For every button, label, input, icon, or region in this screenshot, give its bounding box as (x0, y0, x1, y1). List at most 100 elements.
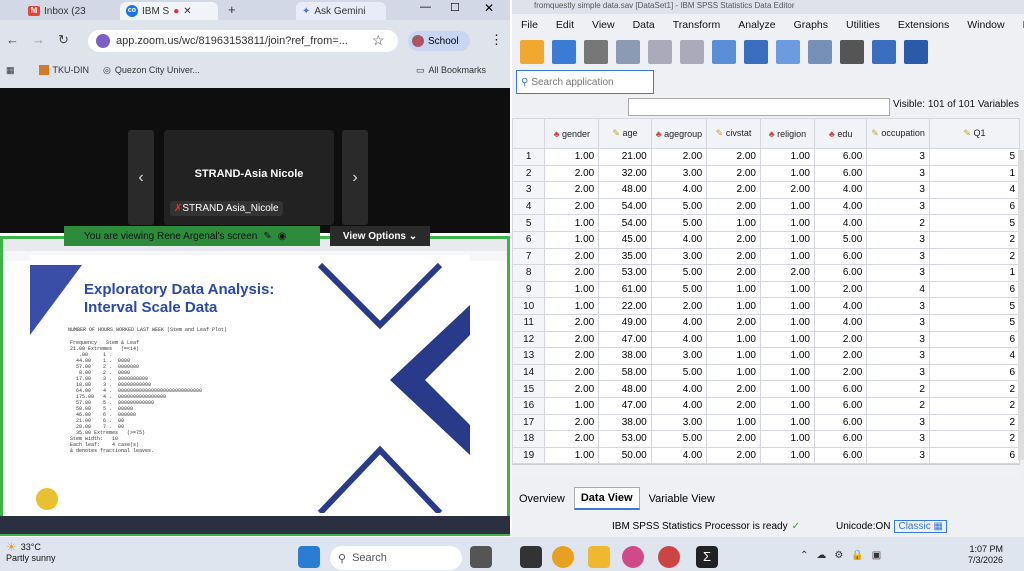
data-cell[interactable]: 54.00 (598, 214, 652, 232)
data-cell[interactable]: 2 (928, 396, 1020, 415)
data-cell[interactable]: 2 (928, 430, 1020, 448)
forward-icon[interactable]: → (32, 32, 45, 47)
data-cell[interactable]: 45.00 (598, 230, 652, 249)
data-cell[interactable]: 5 (928, 148, 1020, 166)
data-cell[interactable]: 4.00 (813, 214, 868, 232)
data-cell[interactable]: 61.00 (598, 280, 652, 299)
data-cell[interactable]: 1.00 (706, 363, 761, 382)
tab-gmail[interactable]: M Inbox (23 (22, 2, 104, 20)
data-cell[interactable]: 2.00 (813, 347, 868, 365)
data-cell[interactable]: 1.00 (759, 363, 815, 382)
weather-widget[interactable]: ☀ 33°C Partly sunny (6, 541, 56, 564)
goto-variable-icon[interactable] (744, 40, 768, 64)
data-cell[interactable]: 6.00 (813, 148, 868, 166)
data-cell[interactable]: 3 (866, 347, 930, 365)
ask-gemini-button[interactable]: ✦ Ask Gemini (296, 2, 386, 20)
data-cell[interactable]: 2.00 (706, 181, 761, 199)
data-cell[interactable]: 2.00 (813, 330, 868, 349)
data-cell[interactable]: 3.00 (650, 247, 708, 266)
data-cell[interactable]: 53.00 (598, 430, 652, 448)
data-cell[interactable]: 1.00 (544, 214, 600, 232)
data-cell[interactable]: 3 (866, 446, 930, 465)
row-number[interactable]: 18 (512, 430, 546, 448)
data-cell[interactable]: 2.00 (813, 363, 868, 382)
data-cell[interactable]: 1.00 (759, 164, 815, 183)
horizontal-scrollbar[interactable] (512, 464, 1020, 478)
data-cell[interactable]: 6 (928, 280, 1020, 299)
save-icon[interactable] (552, 40, 576, 64)
data-cell[interactable]: 4.00 (650, 181, 708, 199)
data-cell[interactable]: 3 (866, 413, 930, 432)
apps-grid-icon[interactable]: ▦ (6, 65, 15, 76)
row-number[interactable]: 16 (512, 396, 546, 415)
taskbar-search[interactable]: ⚲ Search (330, 546, 462, 570)
column-header[interactable]: ✎ Q1 (928, 118, 1020, 149)
data-cell[interactable]: 1.00 (759, 413, 815, 432)
data-cell[interactable]: 1.00 (759, 230, 815, 249)
menu-item[interactable]: View (583, 19, 624, 31)
data-cell[interactable]: 2 (866, 214, 930, 232)
menu-item[interactable]: Transform (664, 19, 729, 31)
row-number[interactable]: 11 (512, 313, 546, 332)
data-cell[interactable]: 3 (866, 430, 930, 448)
row-number[interactable]: 1 (512, 148, 546, 166)
find-icon[interactable] (840, 40, 864, 64)
row-number[interactable]: 4 (512, 197, 546, 216)
data-cell[interactable]: 1.00 (706, 297, 761, 315)
back-icon[interactable]: ← (6, 32, 19, 47)
data-cell[interactable]: 1 (928, 164, 1020, 183)
data-cell[interactable]: 2.00 (544, 380, 600, 398)
row-number[interactable]: 8 (512, 264, 546, 282)
data-cell[interactable]: 3 (866, 247, 930, 266)
data-cell[interactable]: 2.00 (706, 247, 761, 266)
variables-icon[interactable] (776, 40, 800, 64)
chrome-profile-icon[interactable] (622, 546, 644, 568)
data-cell[interactable]: 1.00 (759, 396, 815, 415)
data-cell[interactable]: 6.00 (813, 247, 868, 266)
data-cell[interactable]: 1.00 (706, 330, 761, 349)
data-cell[interactable]: 38.00 (598, 347, 652, 365)
data-cell[interactable]: 5.00 (813, 230, 868, 249)
search-application-input[interactable]: ⚲ Search application (516, 70, 654, 94)
data-cell[interactable]: 4.00 (813, 197, 868, 216)
data-cell[interactable]: 32.00 (598, 164, 652, 183)
insert-variable-icon[interactable] (904, 40, 928, 64)
new-tab-icon[interactable]: + (228, 2, 236, 17)
data-cell[interactable]: 4.00 (650, 230, 708, 249)
row-number[interactable]: 17 (512, 413, 546, 432)
data-cell[interactable]: 2.00 (813, 280, 868, 299)
data-cell[interactable]: 6.00 (813, 430, 868, 448)
data-cell[interactable]: 5 (928, 313, 1020, 332)
data-cell[interactable]: 1.00 (544, 148, 600, 166)
column-header[interactable]: ♣ gender (544, 118, 600, 149)
data-cell[interactable]: 2.00 (544, 313, 600, 332)
row-number[interactable]: 6 (512, 230, 546, 249)
data-cell[interactable]: 5 (928, 214, 1020, 232)
data-cell[interactable]: 1.00 (759, 330, 815, 349)
minimize-icon[interactable]: — (420, 1, 431, 13)
data-cell[interactable]: 6 (928, 197, 1020, 216)
data-cell[interactable]: 1.00 (759, 214, 815, 232)
undo-icon[interactable] (648, 40, 672, 64)
maximize-icon[interactable]: ☐ (450, 1, 460, 14)
data-cell[interactable]: 21.00 (598, 148, 652, 166)
classic-mode-button[interactable]: Classic ▦ (894, 519, 947, 533)
data-cell[interactable]: 2.00 (706, 396, 761, 415)
data-cell[interactable]: 3 (866, 164, 930, 183)
data-cell[interactable]: 6.00 (813, 413, 868, 432)
data-cell[interactable]: 3 (866, 197, 930, 216)
goto-case-icon[interactable] (712, 40, 736, 64)
data-cell[interactable]: 4.00 (813, 313, 868, 332)
data-cell[interactable]: 54.00 (598, 197, 652, 216)
address-bar[interactable]: app.zoom.us/wc/81963153811/join?ref_from… (88, 30, 398, 52)
data-cell[interactable]: 1.00 (544, 446, 600, 465)
insert-cases-icon[interactable] (872, 40, 896, 64)
data-cell[interactable]: 1.00 (759, 148, 815, 166)
data-cell[interactable]: 4.00 (650, 380, 708, 398)
data-cell[interactable]: 3 (866, 363, 930, 382)
data-cell[interactable]: 47.00 (598, 396, 652, 415)
row-number[interactable]: 7 (512, 247, 546, 266)
data-cell[interactable]: 5.00 (650, 197, 708, 216)
data-cell[interactable]: 2.00 (706, 264, 761, 282)
data-cell[interactable]: 6 (928, 363, 1020, 382)
